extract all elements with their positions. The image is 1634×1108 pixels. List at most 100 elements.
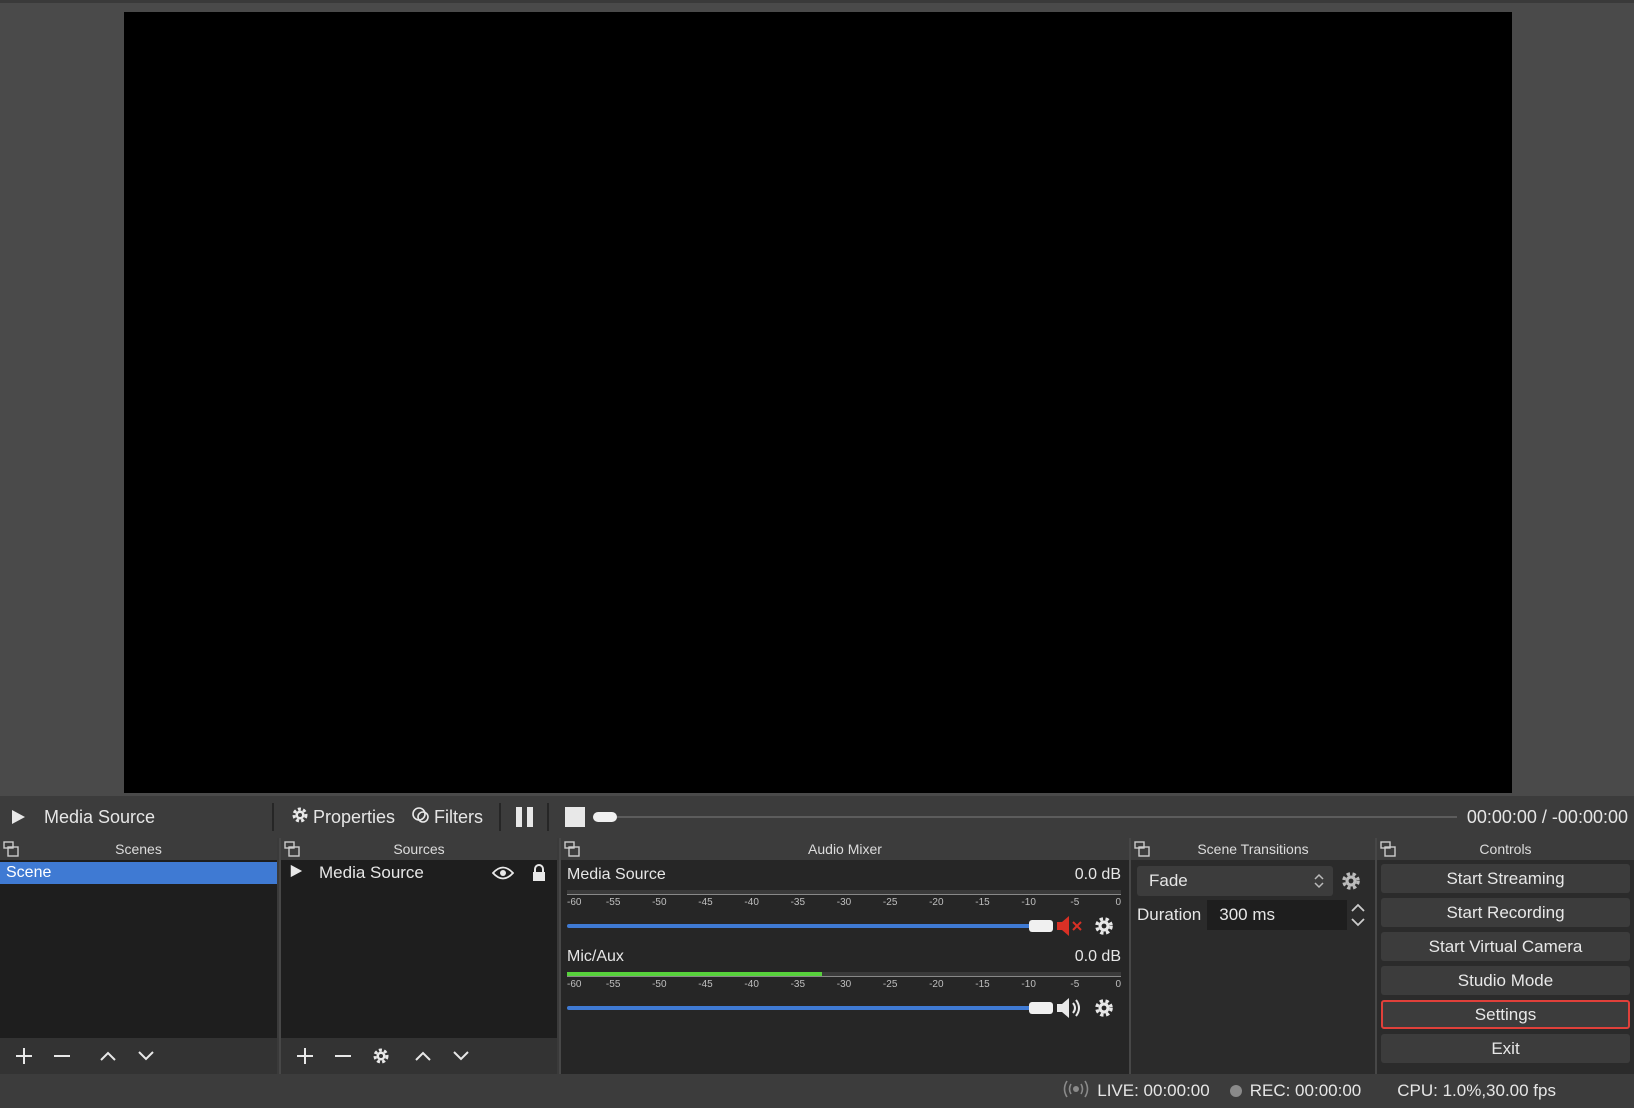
seek-handle[interactable] xyxy=(593,812,618,822)
muted-speaker-icon[interactable] xyxy=(1053,914,1087,938)
meter-tick-label: -25 xyxy=(882,897,898,908)
dock-title-bar: Scenes xyxy=(0,838,277,860)
divider xyxy=(547,803,550,831)
transition-select[interactable]: Fade xyxy=(1137,866,1333,896)
move-scene-up-button[interactable] xyxy=(90,1041,126,1071)
meter-scale: -60 -55 -50 -45 -40 -35 -30 -25 -20 -15 -10 -5 0 xyxy=(567,976,1121,994)
source-name: Media Source xyxy=(319,863,424,882)
move-source-down-button[interactable] xyxy=(443,1041,479,1071)
filters-button[interactable]: Filters xyxy=(403,802,491,832)
meter-tick-label: 0 xyxy=(1115,979,1121,990)
channel-db: 0.0 dB xyxy=(1074,948,1121,965)
lock-icon[interactable] xyxy=(521,864,557,882)
meter-tick-label: 0 xyxy=(1115,897,1121,908)
exit-button[interactable]: Exit xyxy=(1381,1034,1630,1063)
undock-icon[interactable] xyxy=(284,841,300,857)
meter-tick-label: -40 xyxy=(744,979,759,990)
meter-tick-label: -50 xyxy=(652,979,667,990)
filters-label: Filters xyxy=(434,806,484,827)
start-virtual-camera-button[interactable]: Start Virtual Camera xyxy=(1381,932,1630,961)
start-streaming-button[interactable]: Start Streaming xyxy=(1381,864,1630,893)
meter-tick-label: -55 xyxy=(605,979,621,990)
preview-area xyxy=(0,0,1634,796)
remove-source-button[interactable] xyxy=(325,1041,361,1071)
meter-tick-label: -40 xyxy=(744,897,759,908)
live-time: LIVE: 00:00:00 xyxy=(1097,1081,1210,1100)
sources-toolbar xyxy=(281,1038,557,1074)
settings-button[interactable]: Settings xyxy=(1381,1000,1630,1029)
meter-tick-label: -5 xyxy=(1070,897,1080,908)
channel-name: Mic/Aux xyxy=(567,948,624,965)
source-properties-button[interactable] xyxy=(363,1041,399,1071)
channel-db: 0.0 dB xyxy=(1074,866,1121,883)
meter-tick-label: -20 xyxy=(929,979,944,990)
meter-tick-label: -10 xyxy=(1021,979,1036,990)
duration-spinner[interactable] xyxy=(1347,901,1369,929)
channel-settings-gear-icon[interactable] xyxy=(1087,914,1121,938)
scenes-dock: Scenes Scene xyxy=(0,838,279,1074)
controls-title: Controls xyxy=(1479,841,1532,857)
undock-icon[interactable] xyxy=(1380,841,1396,857)
media-controls-bar: Media Source Properties Filters 00:00:00… xyxy=(0,796,1634,838)
meter-tick-label: -35 xyxy=(790,897,806,908)
sources-title: Sources xyxy=(393,841,445,857)
audio-mixer-title: Audio Mixer xyxy=(808,841,882,857)
scene-list-item[interactable]: Scene xyxy=(0,862,277,884)
duration-input[interactable]: 300 ms xyxy=(1207,900,1347,930)
mixer-channels: Media Source 0.0 dB -60 -55 -50 -45 -40 -35 -3… xyxy=(561,860,1129,1074)
studio-mode-button[interactable]: Studio Mode xyxy=(1381,966,1630,995)
meter-scale: -60 -55 -50 -45 -40 -35 -30 -25 -20 -15 -10 -5 0 xyxy=(567,894,1121,912)
filter-icon xyxy=(411,805,431,830)
dock-title-bar: Sources xyxy=(281,838,557,860)
controls-dock: Controls Start Streaming Start Recording… xyxy=(1377,838,1634,1074)
pause-button[interactable] xyxy=(509,802,539,832)
meter-tick-label: -15 xyxy=(975,897,990,908)
meter-tick-label: -30 xyxy=(836,897,852,908)
scene-transitions-title: Scene Transitions xyxy=(1197,841,1309,857)
transition-properties-gear-icon[interactable] xyxy=(1333,870,1369,892)
undock-icon[interactable] xyxy=(3,841,19,857)
rec-time: REC: 00:00:00 xyxy=(1249,1081,1362,1100)
move-source-up-button[interactable] xyxy=(405,1041,441,1071)
volume-handle[interactable] xyxy=(1029,1002,1053,1014)
dock-title-bar: Audio Mixer xyxy=(561,838,1129,860)
stop-button[interactable] xyxy=(565,807,586,827)
program-preview[interactable] xyxy=(124,12,1512,793)
scenes-toolbar xyxy=(0,1038,277,1074)
channel-name: Media Source xyxy=(567,866,666,883)
move-scene-down-button[interactable] xyxy=(128,1041,164,1071)
volume-slider[interactable] xyxy=(567,914,1053,938)
meter-tick-label: -45 xyxy=(698,979,713,990)
divider xyxy=(499,803,502,831)
start-recording-button[interactable]: Start Recording xyxy=(1381,898,1630,927)
cpu-fps: CPU: 1.0%,30.00 fps xyxy=(1397,1081,1556,1100)
speaker-icon[interactable] xyxy=(1053,996,1087,1020)
add-source-button[interactable] xyxy=(287,1041,323,1071)
source-list-item[interactable]: Media Source xyxy=(281,860,557,886)
divider xyxy=(272,803,274,831)
remove-scene-button[interactable] xyxy=(44,1041,80,1071)
meter-tick-label: -15 xyxy=(975,979,990,990)
meter-tick-label: -55 xyxy=(605,897,621,908)
properties-button[interactable]: Properties xyxy=(282,802,403,832)
undock-icon[interactable] xyxy=(564,841,580,857)
volume-slider[interactable] xyxy=(567,996,1053,1020)
meter-tick-label: -60 xyxy=(567,897,582,908)
channel-settings-gear-icon[interactable] xyxy=(1087,996,1121,1020)
visibility-eye-icon[interactable] xyxy=(485,866,521,880)
undock-icon[interactable] xyxy=(1134,841,1150,857)
meter-tick-label: -60 xyxy=(567,979,582,990)
meter-tick-label: -30 xyxy=(836,979,852,990)
duration-label: Duration xyxy=(1137,905,1202,924)
dock-title-bar: Controls xyxy=(1377,838,1634,860)
media-play-icon xyxy=(289,863,303,883)
meter-tick-label: -10 xyxy=(1021,897,1036,908)
broadcast-icon xyxy=(1063,1080,1089,1103)
record-indicator-icon xyxy=(1229,1085,1242,1097)
play-icon[interactable] xyxy=(10,809,26,825)
sources-dock: Sources Media Source xyxy=(281,838,559,1074)
add-scene-button[interactable] xyxy=(6,1041,42,1071)
volume-handle[interactable] xyxy=(1029,920,1053,932)
media-seek-slider[interactable] xyxy=(593,802,1457,832)
meter-tick-label: -5 xyxy=(1070,979,1080,990)
